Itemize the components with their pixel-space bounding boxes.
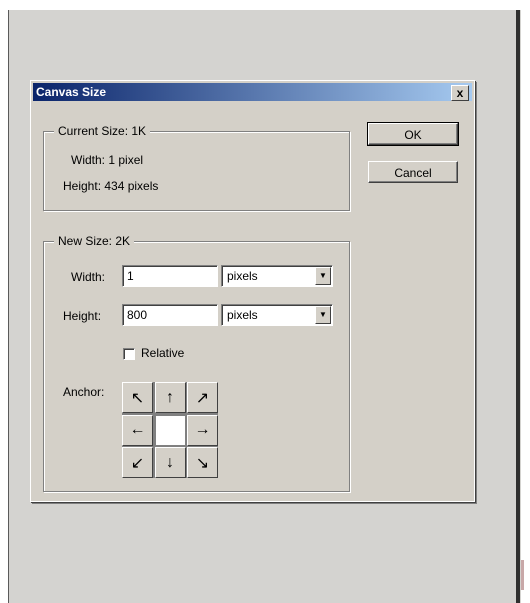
width-unit-value: pixels	[227, 269, 258, 283]
width-input[interactable]: 1	[122, 265, 218, 287]
ok-button[interactable]: OK	[367, 122, 459, 146]
new-size-group: New Size: 2K Width: 1 pixels ▼ Height: 8…	[43, 234, 350, 492]
anchor-bottom[interactable]: ↓	[154, 447, 186, 478]
dialog-titlebar[interactable]: Canvas Size x	[33, 83, 472, 101]
anchor-bottom-left[interactable]: ↙	[122, 447, 153, 478]
cancel-button[interactable]: Cancel	[368, 161, 458, 183]
width-unit-select[interactable]: pixels ▼	[221, 265, 333, 287]
chevron-down-icon[interactable]: ▼	[315, 306, 331, 324]
anchor-top-right[interactable]: ↗	[187, 382, 218, 413]
current-height-text: Height: 434 pixels	[63, 179, 159, 193]
height-unit-select[interactable]: pixels ▼	[221, 304, 333, 326]
edge-mark	[521, 560, 524, 590]
width-label: Width:	[71, 270, 106, 284]
anchor-bottom-right[interactable]: ↘	[187, 447, 218, 478]
new-size-legend: New Size: 2K	[54, 234, 135, 248]
canvas-size-dialog: Canvas Size x Current Size: 1K Width: 1 …	[30, 80, 475, 502]
close-button[interactable]: x	[451, 85, 469, 101]
anchor-top[interactable]: ↑	[154, 382, 186, 413]
relative-label[interactable]: Relative	[141, 346, 184, 360]
anchor-grid: ↖ ↑ ↗ ← → ↙ ↓ ↘	[122, 382, 218, 478]
height-unit-value: pixels	[227, 308, 258, 322]
close-icon: x	[456, 86, 464, 100]
dialog-title: Canvas Size	[36, 85, 107, 99]
anchor-center[interactable]	[154, 414, 186, 446]
anchor-left[interactable]: ←	[122, 414, 153, 446]
relative-checkbox[interactable]	[123, 348, 135, 360]
chevron-down-icon[interactable]: ▼	[315, 267, 331, 285]
current-width-text: Width: 1 pixel	[71, 153, 144, 167]
current-size-group: Current Size: 1K Width: 1 pixel Height: …	[43, 124, 350, 211]
height-input[interactable]: 800	[122, 304, 218, 326]
window-edge	[516, 10, 520, 603]
anchor-top-left[interactable]: ↖	[122, 382, 153, 413]
anchor-label: Anchor:	[63, 385, 105, 399]
anchor-right[interactable]: →	[187, 414, 218, 446]
height-label: Height:	[63, 309, 102, 323]
current-size-legend: Current Size: 1K	[54, 124, 151, 138]
